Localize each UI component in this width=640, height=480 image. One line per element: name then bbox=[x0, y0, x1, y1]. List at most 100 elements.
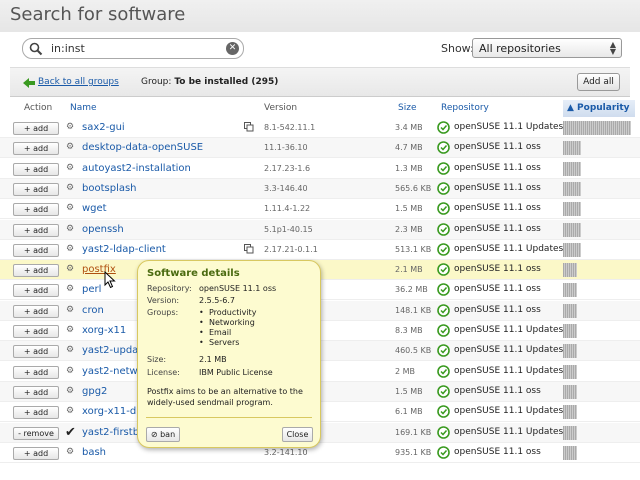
package-repository: openSUSE 11.1 oss bbox=[454, 163, 541, 173]
package-icon: ⚙ bbox=[66, 386, 75, 396]
package-name-link[interactable]: sax2-gui bbox=[82, 122, 125, 133]
popup-title: Software details bbox=[147, 268, 240, 279]
package-version: 3.2-141.10 bbox=[264, 448, 308, 457]
table-row[interactable]: + add ⚙ sax2-gui 8.1-542.11.1 3.4 MB openSUSE… bbox=[0, 118, 640, 138]
table-row[interactable]: + add ⚙ desktop-data-openSUSE 11.1-36.10 4.7… bbox=[0, 138, 640, 158]
popularity-bar bbox=[563, 446, 577, 460]
package-icon: ⚙ bbox=[66, 142, 75, 152]
popup-size-value: 2.1 MB bbox=[199, 355, 227, 364]
popularity-bar bbox=[563, 223, 581, 237]
repository-icon bbox=[437, 385, 450, 398]
popup-group-item: Email bbox=[199, 328, 256, 338]
group-label: Group: To be installed (295) bbox=[141, 77, 278, 87]
package-name-link[interactable]: perl bbox=[82, 284, 101, 295]
package-name-link[interactable]: xorg-x11 bbox=[82, 325, 126, 336]
package-size: 36.2 MB bbox=[395, 285, 428, 294]
add-button[interactable]: + add bbox=[13, 244, 59, 257]
table-row[interactable]: + add ⚙ autoyast2-installation 2.17.23-1.6 1… bbox=[0, 159, 640, 179]
popularity-bar bbox=[563, 304, 577, 318]
package-repository: openSUSE 11.1 Updates bbox=[454, 122, 564, 132]
package-icon: ⚙ bbox=[66, 122, 75, 132]
group-prefix: Group: bbox=[141, 77, 172, 87]
add-button[interactable]: + add bbox=[13, 122, 59, 135]
package-name-link[interactable]: wget bbox=[82, 203, 107, 214]
table-row[interactable]: + add ⚙ bootsplash 3.3-146.40 565.6 KB openSU… bbox=[0, 179, 640, 199]
package-repository: openSUSE 11.1 Updates bbox=[454, 366, 564, 376]
repository-icon bbox=[437, 141, 450, 154]
add-button[interactable]: + add bbox=[13, 142, 59, 155]
column-name[interactable]: Name bbox=[70, 103, 97, 113]
package-icon: ⚙ bbox=[66, 244, 75, 254]
repository-icon bbox=[437, 426, 450, 439]
popup-repository-label: Repository: bbox=[147, 284, 192, 293]
add-button[interactable]: + add bbox=[13, 224, 59, 237]
package-repository: openSUSE 11.1 oss bbox=[454, 264, 541, 274]
package-name-link[interactable]: openssh bbox=[82, 224, 124, 235]
repository-icon bbox=[437, 263, 450, 276]
popularity-bar bbox=[563, 162, 581, 176]
back-to-groups-link[interactable]: Back to all groups bbox=[38, 77, 119, 87]
clear-icon[interactable]: ✕ bbox=[226, 42, 239, 55]
column-version: Version bbox=[264, 103, 298, 113]
add-button[interactable]: + add bbox=[13, 183, 59, 196]
header: Search for software bbox=[0, 0, 640, 32]
package-icon: ⚙ bbox=[66, 345, 75, 355]
add-button[interactable]: + add bbox=[13, 366, 59, 379]
repository-icon bbox=[437, 121, 450, 134]
add-button[interactable]: + add bbox=[13, 264, 59, 277]
close-button[interactable]: Close bbox=[282, 427, 313, 442]
package-repository: openSUSE 11.1 oss bbox=[454, 183, 541, 193]
popup-version-label: Version: bbox=[147, 296, 180, 305]
search-input[interactable]: in:inst ✕ bbox=[22, 38, 244, 59]
popularity-bar bbox=[563, 182, 581, 196]
package-repository: openSUSE 11.1 Updates bbox=[454, 345, 564, 355]
package-icon: ⚙ bbox=[66, 366, 75, 376]
add-button[interactable]: + add bbox=[13, 284, 59, 297]
ban-button[interactable]: ⊘ ban bbox=[146, 427, 180, 442]
column-popularity[interactable]: ▲ Popularity bbox=[563, 100, 635, 117]
package-repository: openSUSE 11.1 oss bbox=[454, 224, 541, 234]
package-repository: openSUSE 11.1 oss bbox=[454, 203, 541, 213]
repository-select[interactable]: All repositories ▲ ▼ bbox=[472, 38, 622, 58]
package-repository: openSUSE 11.1 oss bbox=[454, 284, 541, 294]
table-row[interactable]: + add ⚙ bash 3.2-141.10 935.1 KB openSUSE 11.… bbox=[0, 443, 640, 463]
package-version: 2.17.21-0.1.1 bbox=[264, 245, 318, 254]
package-size: 1.5 MB bbox=[395, 387, 423, 396]
table-row[interactable]: + add ⚙ wget 1.11.4-1.22 1.5 MB openSUSE 11.1… bbox=[0, 199, 640, 219]
copy-icon[interactable] bbox=[244, 122, 254, 132]
package-name-link[interactable]: cron bbox=[82, 305, 104, 316]
column-size[interactable]: Size bbox=[398, 103, 416, 113]
copy-icon[interactable] bbox=[244, 244, 254, 254]
add-button[interactable]: + add bbox=[13, 406, 59, 419]
installed-check-icon: ✔ bbox=[65, 425, 76, 440]
column-repository[interactable]: Repository bbox=[441, 103, 489, 113]
add-button[interactable]: + add bbox=[13, 447, 59, 460]
repository-icon bbox=[437, 344, 450, 357]
add-button[interactable]: + add bbox=[13, 345, 59, 358]
popularity-bar bbox=[563, 324, 577, 338]
add-button[interactable]: + add bbox=[13, 305, 59, 318]
package-name-link[interactable]: desktop-data-openSUSE bbox=[82, 142, 203, 153]
table-row[interactable]: + add ⚙ yast2-ldap-client 2.17.21-0.1.1 513.… bbox=[0, 240, 640, 260]
package-name-link[interactable]: gpg2 bbox=[82, 386, 107, 397]
repository-icon bbox=[437, 304, 450, 317]
package-size: 148.1 KB bbox=[395, 306, 432, 315]
popup-divider bbox=[146, 417, 312, 418]
add-button[interactable]: + add bbox=[13, 325, 59, 338]
package-name-link[interactable]: yast2-ldap-client bbox=[82, 244, 166, 255]
package-name-link[interactable]: bash bbox=[82, 447, 106, 458]
package-version: 5.1p1-40.15 bbox=[264, 225, 313, 234]
table-row[interactable]: + add ⚙ openssh 5.1p1-40.15 2.3 MB openSUSE 1… bbox=[0, 220, 640, 240]
package-name-link[interactable]: autoyast2-installation bbox=[82, 163, 191, 174]
add-all-button[interactable]: Add all bbox=[577, 73, 620, 91]
add-button[interactable]: + add bbox=[13, 163, 59, 176]
package-repository: openSUSE 11.1 Updates bbox=[454, 244, 564, 254]
add-button[interactable]: + add bbox=[13, 203, 59, 216]
remove-button[interactable]: - remove bbox=[13, 427, 59, 440]
package-repository: openSUSE 11.1 oss bbox=[454, 386, 541, 396]
package-icon: ⚙ bbox=[66, 406, 75, 416]
package-size: 513.1 KB bbox=[395, 245, 432, 254]
package-name-link[interactable]: bootsplash bbox=[82, 183, 137, 194]
popularity-bar bbox=[563, 243, 581, 257]
add-button[interactable]: + add bbox=[13, 386, 59, 399]
